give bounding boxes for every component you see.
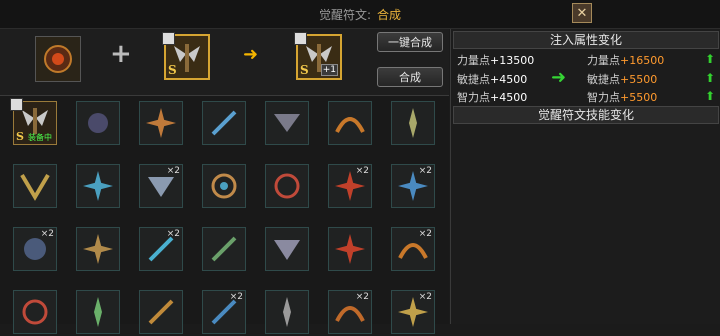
- inventory-slot[interactable]: ×2: [328, 164, 372, 208]
- close-button[interactable]: ✕: [572, 3, 592, 23]
- stack-count: ×2: [418, 292, 432, 302]
- synthesis-bar: + S ➜ S +1 一键合成 合成: [0, 29, 449, 96]
- rune-icon: [335, 234, 365, 264]
- inventory-slot[interactable]: ×2: [328, 290, 372, 334]
- title-action: 合成: [377, 8, 402, 22]
- level-badge: +1: [320, 64, 338, 76]
- inventory-slot[interactable]: ×2: [13, 227, 57, 271]
- stat-after-agi: 敏捷点+5500: [587, 73, 658, 86]
- inventory-slot[interactable]: [202, 227, 246, 271]
- attr-change-header: 注入属性变化: [453, 31, 719, 49]
- result-rune-slot: S +1: [294, 32, 342, 80]
- equipped-label: 装备中: [28, 133, 52, 142]
- inventory-slot[interactable]: [265, 164, 309, 208]
- stack-count: ×2: [229, 292, 243, 302]
- inventory-slot[interactable]: [202, 164, 246, 208]
- inventory-slot[interactable]: [13, 164, 57, 208]
- rune-icon: [211, 236, 237, 262]
- inventory-slot[interactable]: [76, 227, 120, 271]
- inventory-slot[interactable]: [13, 290, 57, 334]
- title-bar: 觉醒符文: 合成 ✕: [0, 0, 720, 29]
- increase-arrow-icon: ⬆: [705, 52, 716, 66]
- synth-button[interactable]: 合成: [377, 67, 443, 87]
- inventory-slot[interactable]: [265, 101, 309, 145]
- skill-change-header: 觉醒符文技能变化: [453, 106, 719, 124]
- stack-count: ×2: [418, 229, 432, 239]
- inventory-slot[interactable]: [202, 101, 246, 145]
- rune-icon: [20, 173, 50, 201]
- one-key-synth-button[interactable]: 一键合成: [377, 32, 443, 52]
- s-rank-badge: S: [16, 130, 24, 143]
- inventory-slot[interactable]: [328, 227, 372, 271]
- rune-icon: [94, 297, 102, 327]
- attribute-panel: 注入属性变化 力量点+13500 力量点+16500 ⬆ 敏捷点+4500 ➜ …: [450, 29, 720, 324]
- rune-icon: [335, 117, 365, 133]
- inventory-slot[interactable]: [76, 164, 120, 208]
- stat-after-int: 智力点+5500: [587, 91, 658, 104]
- rune-icon: [146, 108, 176, 138]
- lock-icon: [294, 32, 307, 45]
- inventory-slot[interactable]: [139, 101, 183, 145]
- inventory-slot[interactable]: ×2: [391, 290, 435, 334]
- rune-icon: [22, 299, 48, 325]
- rune-icon: [274, 114, 300, 132]
- rune-icon: [88, 113, 108, 133]
- increase-arrow-icon: ⬆: [705, 71, 716, 85]
- inventory-slot[interactable]: ×2: [202, 290, 246, 334]
- rune-icon: [274, 173, 300, 199]
- s-rank-badge: S: [300, 63, 309, 77]
- inventory-slot[interactable]: ×2: [391, 227, 435, 271]
- stat-before-int: 智力点+4500: [457, 91, 528, 104]
- lock-icon: [162, 32, 175, 45]
- stat-before-agi: 敏捷点+4500: [457, 73, 528, 86]
- inventory-slot-equipped[interactable]: S 装备中: [10, 98, 57, 145]
- rune-icon: [211, 173, 237, 199]
- stack-count: ×2: [355, 292, 369, 302]
- stack-count: ×2: [166, 229, 180, 239]
- increase-arrow-icon: ⬆: [705, 89, 716, 103]
- rune-icon: [409, 108, 417, 138]
- source-rune-slot[interactable]: S: [162, 32, 210, 80]
- plus-symbol: +: [110, 39, 132, 69]
- stack-count: ×2: [355, 166, 369, 176]
- rune-icon: [83, 234, 113, 264]
- arrow-right-icon: ➜: [551, 67, 567, 88]
- title-label: 觉醒符文:: [318, 8, 372, 22]
- inventory-slot[interactable]: [328, 101, 372, 145]
- left-panel: + S ➜ S +1 一键合成 合成 S 装备中 ×2 ×2 ×2 ×2 ×2 …: [0, 29, 449, 334]
- stat-before-str: 力量点+13500: [457, 54, 535, 67]
- stack-count: ×2: [40, 229, 54, 239]
- rune-icon: [211, 110, 237, 136]
- material-slot[interactable]: [35, 36, 81, 82]
- inventory-slot[interactable]: [139, 290, 183, 334]
- inventory-slot[interactable]: [265, 290, 309, 334]
- inventory-slot[interactable]: ×2: [391, 164, 435, 208]
- stack-count: ×2: [166, 166, 180, 176]
- inventory-slot[interactable]: ×2: [139, 227, 183, 271]
- stack-count: ×2: [418, 166, 432, 176]
- stat-after-str: 力量点+16500: [587, 54, 665, 67]
- inventory-slot[interactable]: [265, 227, 309, 271]
- rune-icon: [274, 240, 300, 260]
- close-icon: ✕: [576, 5, 588, 21]
- inventory-slot[interactable]: [391, 101, 435, 145]
- arrow-right-icon: ➜: [243, 44, 259, 65]
- inventory-slot[interactable]: [76, 101, 120, 145]
- rune-icon: [148, 299, 174, 325]
- inventory-slot[interactable]: [76, 290, 120, 334]
- rune-icon: [83, 171, 113, 201]
- s-rank-badge: S: [168, 63, 177, 77]
- rune-gem-icon: [44, 45, 72, 73]
- lock-icon: [10, 98, 23, 111]
- inventory-slot[interactable]: ×2: [139, 164, 183, 208]
- window-title: 觉醒符文: 合成: [0, 6, 720, 23]
- rune-icon: [283, 297, 291, 327]
